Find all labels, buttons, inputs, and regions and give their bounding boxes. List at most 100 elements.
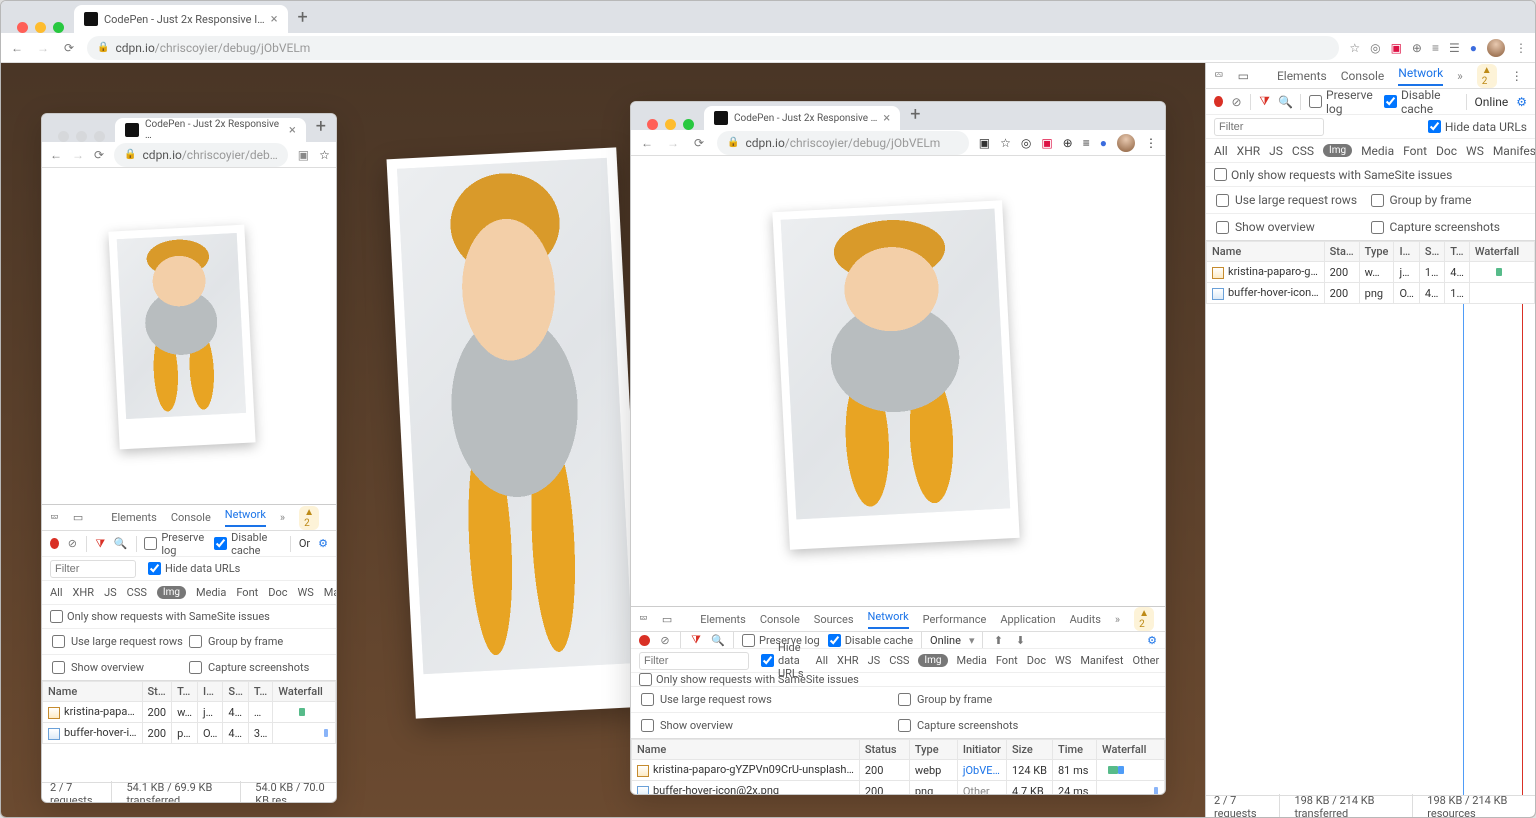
record-button[interactable] xyxy=(1214,96,1223,107)
browser-tab[interactable]: CodePen - Just 2x Responsive I… × xyxy=(74,5,288,33)
reload-icon[interactable]: ⟳ xyxy=(94,148,104,162)
show-overview-checkbox[interactable] xyxy=(52,661,65,674)
device-icon[interactable]: ▭ xyxy=(1238,69,1249,83)
clear-icon[interactable]: ⊘ xyxy=(67,537,78,550)
search-icon[interactable]: 🔍 xyxy=(1278,95,1292,109)
clear-icon[interactable]: ⊘ xyxy=(1231,95,1242,109)
hide-urls-checkbox[interactable]: Hide data URLs xyxy=(1428,120,1527,134)
type-xhr[interactable]: XHR xyxy=(73,586,95,599)
filter-icon[interactable]: ⧩ xyxy=(1259,94,1270,109)
type-css[interactable]: CSS xyxy=(127,586,147,599)
gear-icon[interactable]: ⚙ xyxy=(318,537,328,550)
tab-network[interactable]: Network xyxy=(1398,66,1443,86)
ext-icon[interactable]: ▣ xyxy=(298,148,309,162)
capture-ss-checkbox[interactable] xyxy=(898,719,911,732)
capture-ss-checkbox[interactable] xyxy=(189,661,202,674)
reload-icon[interactable]: ⟳ xyxy=(691,136,707,150)
table-row[interactable]: kristina-paparo-gYZPVn09CrU-unsplash…200… xyxy=(632,760,1165,781)
forward-icon[interactable]: → xyxy=(35,41,51,55)
star-icon[interactable]: ☆ xyxy=(1349,41,1360,55)
profile-avatar[interactable] xyxy=(1117,134,1135,152)
settings-icon[interactable]: ⋮ xyxy=(1511,69,1523,83)
type-css[interactable]: CSS xyxy=(1292,144,1314,158)
type-other[interactable]: Other xyxy=(1132,654,1159,667)
max-light[interactable] xyxy=(53,22,64,33)
type-doc[interactable]: Doc xyxy=(1027,654,1046,667)
close-light[interactable] xyxy=(17,22,28,33)
preserve-log-checkbox[interactable]: Preserve log xyxy=(144,531,206,557)
type-doc[interactable]: Doc xyxy=(268,586,287,599)
star-icon[interactable]: ☆ xyxy=(1000,136,1011,150)
tab-console[interactable]: Console xyxy=(1341,69,1385,83)
ext-icon[interactable]: ⊕ xyxy=(1063,136,1073,150)
type-all[interactable]: All xyxy=(50,586,63,599)
chevron-down-icon[interactable]: ▾ xyxy=(969,634,975,647)
tab-elements[interactable]: Elements xyxy=(700,613,746,626)
type-all[interactable]: All xyxy=(1214,144,1228,158)
omnibox[interactable]: 🔒 cdpn.io/chriscoyier/debug/jObVELm xyxy=(87,36,1339,60)
type-font[interactable]: Font xyxy=(1403,144,1427,158)
upload-icon[interactable]: ⬆ xyxy=(991,634,1005,647)
samesite-checkbox[interactable]: Only show requests with SameSite issues xyxy=(639,673,859,686)
type-media[interactable]: Media xyxy=(196,586,226,599)
close-tab-icon[interactable]: × xyxy=(883,111,890,126)
search-icon[interactable]: 🔍 xyxy=(711,634,725,647)
back-icon[interactable]: ← xyxy=(50,148,62,162)
inspect-icon[interactable]: ⮹ xyxy=(639,612,648,626)
group-frame-checkbox[interactable] xyxy=(898,693,911,706)
warning-badge[interactable]: ▲ 2 xyxy=(1134,607,1154,631)
record-button[interactable] xyxy=(50,538,59,549)
forward-icon[interactable]: → xyxy=(665,136,681,150)
type-media[interactable]: Media xyxy=(957,654,987,667)
capture-ss-checkbox[interactable] xyxy=(1371,221,1384,234)
clear-icon[interactable]: ⊘ xyxy=(658,634,672,647)
type-media[interactable]: Media xyxy=(1361,144,1394,158)
preserve-log-checkbox[interactable]: Preserve log xyxy=(1309,88,1376,116)
group-frame-checkbox[interactable] xyxy=(1371,194,1384,207)
samesite-checkbox[interactable]: Only show requests with SameSite issues xyxy=(50,610,270,623)
type-js[interactable]: JS xyxy=(868,654,881,667)
device-icon[interactable]: ▭ xyxy=(662,613,672,626)
ext-icon[interactable]: ⊕ xyxy=(1412,41,1422,55)
filter-input[interactable] xyxy=(639,652,749,670)
large-rows-checkbox[interactable] xyxy=(641,693,654,706)
type-manifest[interactable]: Manifest xyxy=(1493,144,1536,158)
profile-avatar[interactable] xyxy=(1487,39,1505,57)
disable-cache-checkbox[interactable]: Disable cache xyxy=(828,634,913,647)
ext-icon[interactable]: ≡ xyxy=(1083,136,1090,150)
back-icon[interactable]: ← xyxy=(9,41,25,55)
group-frame-checkbox[interactable] xyxy=(189,635,202,648)
ext-icon[interactable]: ◎ xyxy=(1370,41,1380,55)
type-img[interactable]: Img xyxy=(157,586,186,599)
settings-icon[interactable]: ⋮ xyxy=(333,511,337,524)
ext-icon[interactable]: ▣ xyxy=(1041,136,1052,150)
type-manifest[interactable]: Manifest xyxy=(1080,654,1123,667)
type-js[interactable]: JS xyxy=(1269,144,1283,158)
disable-cache-checkbox[interactable]: Disable cache xyxy=(1384,88,1458,116)
download-icon[interactable]: ⬇ xyxy=(1013,634,1027,647)
new-tab-button[interactable]: + xyxy=(900,101,930,130)
tab-console[interactable]: Console xyxy=(760,613,800,626)
tab-performance[interactable]: Performance xyxy=(923,613,987,626)
new-tab-button[interactable]: + xyxy=(288,3,318,33)
warning-badge[interactable]: ▲ 2 xyxy=(299,506,319,530)
ext-icon[interactable]: ● xyxy=(1100,136,1107,150)
back-icon[interactable]: ← xyxy=(639,136,655,150)
filter-input[interactable] xyxy=(50,560,136,578)
type-img[interactable]: Img xyxy=(1323,144,1352,157)
show-overview-checkbox[interactable] xyxy=(1216,221,1229,234)
type-xhr[interactable]: XHR xyxy=(1237,144,1260,158)
filter-input[interactable] xyxy=(1214,118,1324,136)
gear-icon[interactable]: ⚙ xyxy=(1147,634,1157,647)
b-omnibox[interactable]: 🔒 cdpn.io/chriscoyier/debug/jObVELm xyxy=(717,131,969,155)
table-header-row[interactable]: NameSt…T…I…S…T…Waterfall xyxy=(43,682,336,702)
type-doc[interactable]: Doc xyxy=(1436,144,1457,158)
min-light[interactable] xyxy=(35,22,46,33)
throttling-select[interactable]: Or xyxy=(299,537,310,550)
type-js[interactable]: JS xyxy=(104,586,117,599)
type-font[interactable]: Font xyxy=(236,586,258,599)
type-font[interactable]: Font xyxy=(996,654,1018,667)
disable-cache-checkbox[interactable]: Disable cache xyxy=(214,531,282,557)
tab-network[interactable]: Network xyxy=(868,610,909,629)
samesite-checkbox[interactable]: Only show requests with SameSite issues xyxy=(1214,168,1452,182)
